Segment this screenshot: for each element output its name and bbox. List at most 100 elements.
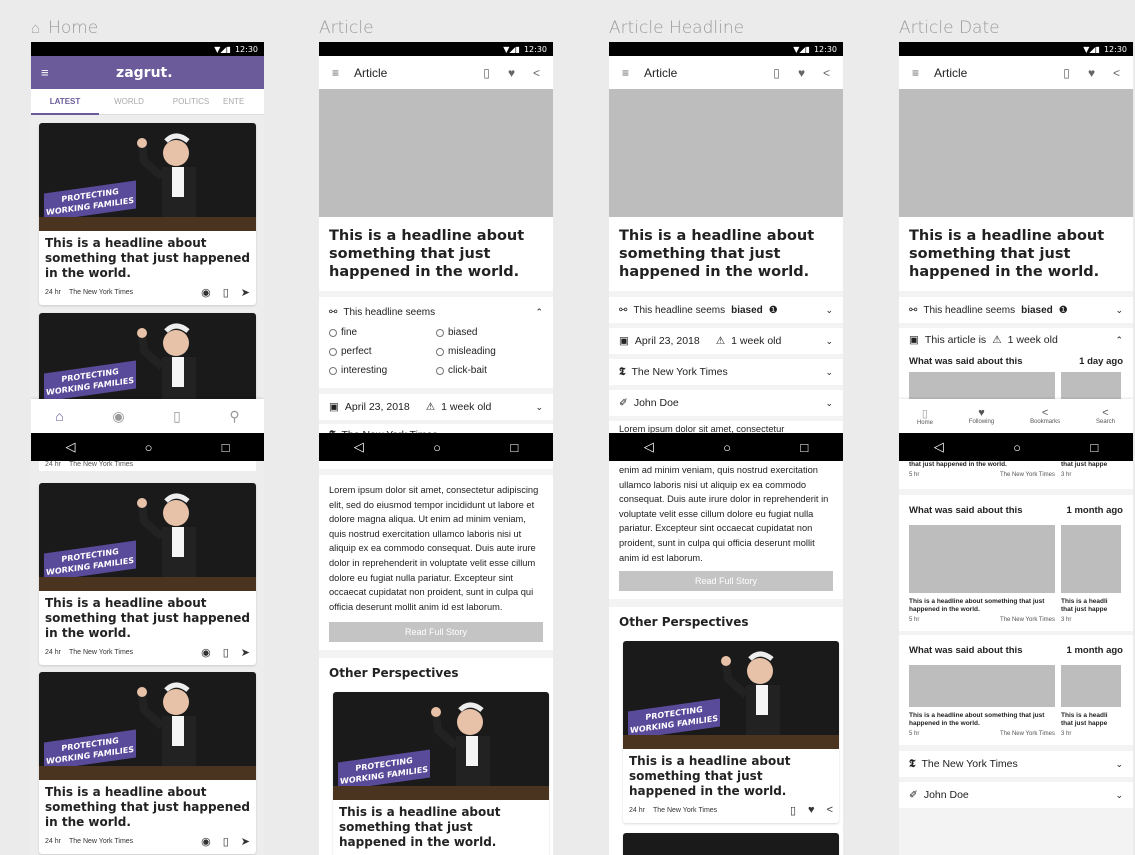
share-icon[interactable]: ➤ <box>241 646 250 659</box>
bookmark-icon[interactable]: ▯ <box>790 804 796 817</box>
recents-icon[interactable]: □ <box>1090 440 1098 455</box>
home-nav-icon[interactable]: ⌂ <box>55 408 63 424</box>
chevron-down-icon[interactable]: ⌄ <box>825 305 833 316</box>
following-nav-icon[interactable]: ◉ <box>112 408 124 425</box>
tab-latest[interactable]: LATEST <box>31 89 99 115</box>
date-header[interactable]: ▣ This article is ⚠ 1 week old ⌃ <box>909 328 1123 352</box>
home-circle-icon[interactable]: ○ <box>145 440 153 455</box>
eye-icon[interactable]: ◉ <box>201 646 211 659</box>
news-headline[interactable]: This is a headline about something that … <box>39 591 256 644</box>
share-icon[interactable]: < <box>530 66 543 80</box>
bookmark-icon[interactable]: ▯ <box>770 66 783 80</box>
thumb-placeholder[interactable] <box>909 665 1055 707</box>
chevron-down-icon[interactable]: ⌄ <box>1115 759 1123 770</box>
menu-icon[interactable]: ≡ <box>619 66 632 80</box>
nav-following[interactable]: ♥ Following <box>969 407 994 425</box>
back-icon[interactable]: ◁ <box>644 439 654 455</box>
tab-politics[interactable]: POLITICS <box>159 97 223 106</box>
read-full-story-button[interactable]: Read Full Story <box>329 622 543 643</box>
chevron-down-icon[interactable]: ⌄ <box>825 336 833 347</box>
option-click-bait[interactable]: click-bait <box>436 361 543 380</box>
heart-icon[interactable]: ♥ <box>505 66 518 80</box>
bookmark-icon[interactable]: ▯ <box>223 286 229 299</box>
bookmark-icon[interactable]: ▯ <box>223 646 229 659</box>
radio-icon[interactable] <box>329 328 337 337</box>
share-icon[interactable]: < <box>827 804 833 817</box>
heart-icon[interactable]: ♥ <box>795 66 808 80</box>
back-icon[interactable]: ◁ <box>354 439 364 455</box>
radio-icon[interactable] <box>436 328 444 337</box>
info-icon[interactable]: ❶ <box>1059 305 1068 316</box>
chevron-down-icon[interactable]: ⌄ <box>825 367 833 378</box>
thumb-placeholder[interactable] <box>1061 665 1121 707</box>
chevron-down-icon[interactable]: ⌄ <box>825 398 833 409</box>
bookmark-icon[interactable]: ▯ <box>223 835 229 848</box>
heart-icon[interactable]: ♥ <box>808 804 815 817</box>
chevron-down-icon[interactable]: ⌄ <box>535 402 543 413</box>
option-interesting[interactable]: interesting <box>329 361 436 380</box>
radio-icon[interactable] <box>436 366 444 375</box>
option-misleading[interactable]: misleading <box>436 342 543 361</box>
option-perfect[interactable]: perfect <box>329 342 436 361</box>
nav-bookmarks[interactable]: < Bookmarks <box>1030 407 1060 425</box>
tab-entertainment[interactable]: ENTE <box>223 97 253 106</box>
chevron-up-icon[interactable]: ⌃ <box>535 307 543 318</box>
home-circle-icon[interactable]: ○ <box>723 440 731 455</box>
back-icon[interactable]: ◁ <box>934 439 944 455</box>
chevron-down-icon[interactable]: ⌄ <box>1115 305 1123 316</box>
thumb-placeholder[interactable] <box>1061 525 1121 593</box>
headline-rating-row[interactable]: ⚯ This headline seems biased ❶ ⌄ <box>899 297 1133 323</box>
bookmarks-nav-icon[interactable]: ▯ <box>173 408 181 425</box>
share-icon[interactable]: < <box>820 66 833 80</box>
menu-icon[interactable]: ≡ <box>41 65 49 80</box>
search-nav-icon[interactable]: ⚲ <box>229 408 239 425</box>
tab-world[interactable]: WORLD <box>99 97 159 106</box>
back-icon[interactable]: ◁ <box>66 439 76 455</box>
nav-search[interactable]: < Search <box>1096 407 1115 425</box>
option-fine[interactable]: fine <box>329 323 436 342</box>
author-row[interactable]: ✐ John Doe ⌄ <box>609 390 843 416</box>
news-card[interactable]: PROTECTING WORKING FAMILIES This is a he… <box>39 672 256 854</box>
radio-icon[interactable] <box>329 347 337 356</box>
news-headline[interactable]: This is a headline about something that … <box>39 231 256 284</box>
share-icon[interactable]: < <box>1110 66 1123 80</box>
source-row[interactable]: 𝕿The New York Times ⌄ <box>609 359 843 385</box>
share-icon[interactable]: ➤ <box>241 835 250 848</box>
perspective-card[interactable]: PROTECTING WORKING FAMILIES This is a he… <box>623 641 839 824</box>
menu-icon[interactable]: ≡ <box>909 66 922 80</box>
bookmark-icon[interactable]: ▯ <box>480 66 493 80</box>
home-circle-icon[interactable]: ○ <box>433 440 441 455</box>
date-row[interactable]: ▣ April 23, 2018 ⚠ 1 week old ⌄ <box>609 328 843 354</box>
perspective-card[interactable]: PROTECTING WORKING FAMILIES This is a he… <box>333 692 549 855</box>
perspective-card[interactable] <box>623 833 839 855</box>
recents-icon[interactable]: □ <box>222 440 230 455</box>
news-headline[interactable]: This is a headline about something that … <box>623 749 839 802</box>
radio-icon[interactable] <box>329 366 337 375</box>
nav-home[interactable]: ▯ Home <box>917 407 933 426</box>
news-card[interactable]: PROTECTING WORKING FAMILIES <box>39 313 256 411</box>
recents-icon[interactable]: □ <box>800 440 808 455</box>
source-row[interactable]: 𝕿The New York Times ⌄ <box>899 751 1133 777</box>
info-icon[interactable]: ❶ <box>769 305 778 316</box>
date-row[interactable]: ▣ April 23, 2018 ⚠ 1 week old ⌄ <box>319 394 553 420</box>
recents-icon[interactable]: □ <box>510 440 518 455</box>
headline-rating-row[interactable]: ⚯ This headline seems biased ❶ ⌄ <box>609 297 843 323</box>
news-card[interactable]: PROTECTING WORKING FAMILIES This is a he… <box>39 483 256 665</box>
chevron-down-icon[interactable]: ⌄ <box>1115 790 1123 801</box>
bookmark-icon[interactable]: ▯ <box>1060 66 1073 80</box>
news-card[interactable]: PROTECTING WORKING FAMILIES This is a he… <box>39 123 256 305</box>
thumb-placeholder[interactable] <box>909 525 1055 593</box>
radio-icon[interactable] <box>436 347 444 356</box>
chevron-up-icon[interactable]: ⌃ <box>1115 335 1123 346</box>
share-icon[interactable]: ➤ <box>241 286 250 299</box>
heart-icon[interactable]: ♥ <box>1085 66 1098 80</box>
rating-header[interactable]: ⚯ This headline seems ⌃ <box>329 303 543 321</box>
menu-icon[interactable]: ≡ <box>329 66 342 80</box>
read-full-story-button[interactable]: Read Full Story <box>619 571 833 592</box>
news-headline[interactable]: This is a headline about something that … <box>39 780 256 833</box>
eye-icon[interactable]: ◉ <box>201 835 211 848</box>
eye-icon[interactable]: ◉ <box>201 286 211 299</box>
home-circle-icon[interactable]: ○ <box>1013 440 1021 455</box>
author-row[interactable]: ✐ John Doe ⌄ <box>899 782 1133 808</box>
option-biased[interactable]: biased <box>436 323 543 342</box>
